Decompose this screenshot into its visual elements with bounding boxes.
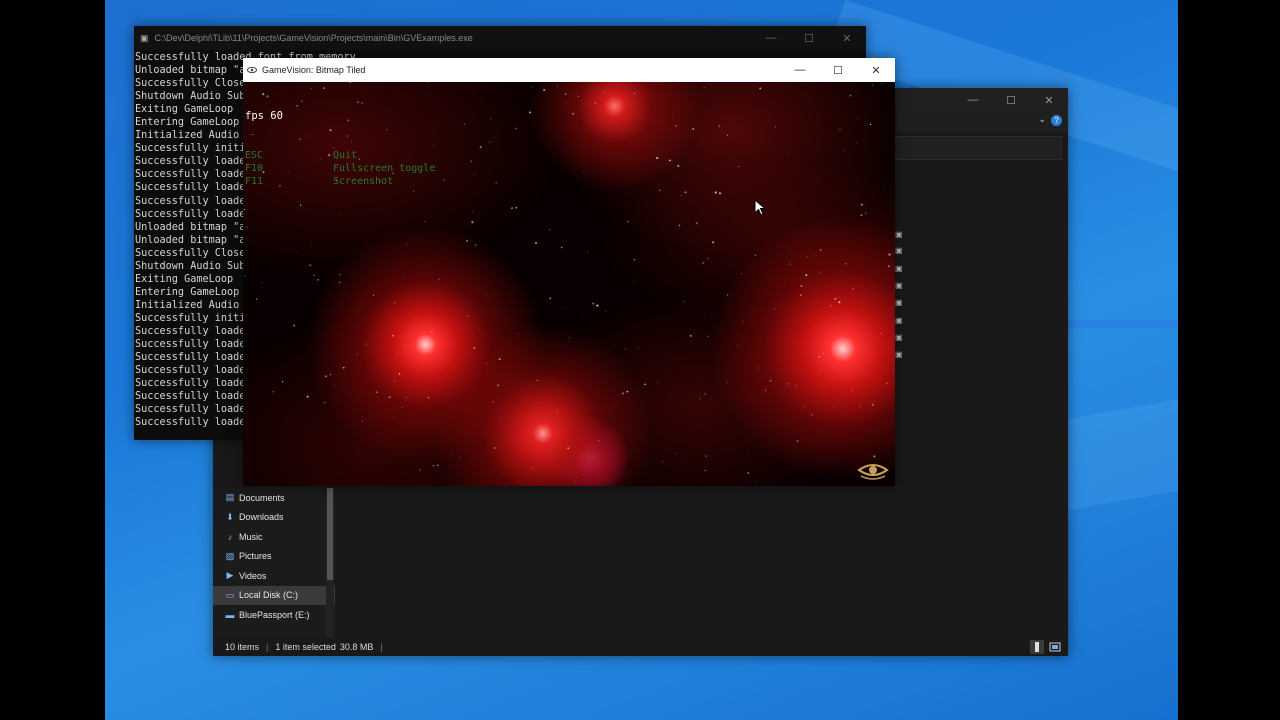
game-canvas[interactable]: fps 60 ESC Quit F10 Fullscreen toggle F11 Scr… [243,82,895,486]
file-icon[interactable]: ▣ [895,316,903,325]
game-maximize-button[interactable]: ☐ [819,58,857,82]
nav-item-label: Videos [239,570,267,581]
usb-drive-icon: ▬ [225,609,235,620]
game-eye-icon [247,66,257,74]
nav-item-label: Pictures [239,551,272,562]
file-icon[interactable]: ▣ [895,246,903,255]
hud-overlay: fps 60 ESC Quit F10 Fullscreen toggle F11 Scr… [245,84,435,214]
explorer-maximize-button[interactable]: ☐ [992,88,1030,112]
file-icon[interactable]: ▣ [895,230,903,239]
fps-counter: fps 60 [245,110,283,122]
music-icon: ♪ [227,531,233,542]
status-item-count: 10 items [225,642,260,652]
help-row: F11 Screenshot [245,175,435,188]
game-close-button[interactable]: ✕ [857,58,895,82]
help-row: F10 Fullscreen toggle [245,162,435,175]
explorer-minimize-button[interactable]: — [954,88,992,112]
console-maximize-button[interactable]: ☐ [790,26,828,50]
help-action: Screenshot [333,176,394,187]
details-view-icon[interactable] [1030,640,1044,654]
console-title: C:\Dev\Delphi\TLib\11\Projects\GameVisio… [154,33,473,43]
scrollbar-thumb[interactable] [327,488,333,580]
navigation-scrollbar[interactable] [326,488,334,638]
nav-item[interactable]: ▨ Pictures [213,547,335,567]
file-icon[interactable]: ▣ [895,298,903,307]
downloads-icon: ⬇ [226,511,234,522]
console-app-icon: ▣ [140,32,149,43]
status-bar: 10 items | 1 item selected 30.8 MB | [213,638,1068,656]
drive-icon: ▭ [225,589,235,600]
nav-item[interactable]: ▶ Videos [213,566,335,586]
console-minimize-button[interactable]: — [752,26,790,50]
game-window[interactable]: GameVision: Bitmap Tiled — ☐ ✕ fps 60 ES… [243,58,895,486]
help-key: F11 [245,176,264,187]
console-titlebar[interactable]: ▣ C:\Dev\Delphi\TLib\11\Projects\GameVis… [134,26,866,50]
nav-item-label: Documents [239,492,285,503]
nav-item[interactable]: ⬇ Downloads [213,508,335,528]
pictures-icon: ▨ [225,550,235,561]
help-row: ESC Quit [245,149,435,162]
nav-item-label: Music [239,531,263,542]
status-size: 30.8 MB [339,642,374,652]
file-icon[interactable]: ▣ [895,350,903,359]
help-action: Quit [333,150,358,161]
nav-item[interactable]: ♪ Music [213,527,335,547]
nav-item[interactable]: ▤ Documents [213,488,335,508]
nav-item[interactable]: ▭ Local Disk (C:) [213,585,335,605]
file-icon[interactable]: ▣ [895,333,903,342]
videos-icon: ▶ [226,570,234,581]
status-selected: 1 item selected [275,642,336,652]
help-icon[interactable]: ? [1051,115,1062,126]
help-key: F10 [245,163,264,174]
mouse-cursor-icon [754,199,766,216]
game-minimize-button[interactable]: — [781,58,819,82]
file-icon[interactable]: ▣ [895,281,903,290]
file-icon[interactable]: ▣ [895,264,903,273]
explorer-close-button[interactable]: ✕ [1030,88,1068,112]
letterbox-left [0,0,105,720]
nav-item[interactable]: ▬ BluePassport (E:) [213,605,335,625]
ribbon-expand-chevron-icon[interactable]: ⌄ [1038,114,1046,125]
nav-item-label: Local Disk (C:) [239,590,299,601]
game-title: GameVision: Bitmap Tiled [262,65,366,75]
help-key: ESC [245,150,264,161]
game-titlebar[interactable]: GameVision: Bitmap Tiled — ☐ ✕ [243,58,895,82]
help-action: Fullscreen toggle [333,163,436,174]
nav-item-label: BluePassport (E:) [239,609,310,620]
navigation-pane: ▤ Documents ⬇ Downloads ♪ Music ▨ Pictures ▶ Vide… [213,488,335,638]
nav-item-label: Downloads [239,512,284,523]
large-icons-view-icon[interactable] [1048,640,1062,654]
letterbox-right [1178,0,1280,720]
gamevision-logo-icon [857,464,889,480]
documents-icon: ▤ [225,492,235,503]
console-close-button[interactable]: ✕ [828,26,866,50]
